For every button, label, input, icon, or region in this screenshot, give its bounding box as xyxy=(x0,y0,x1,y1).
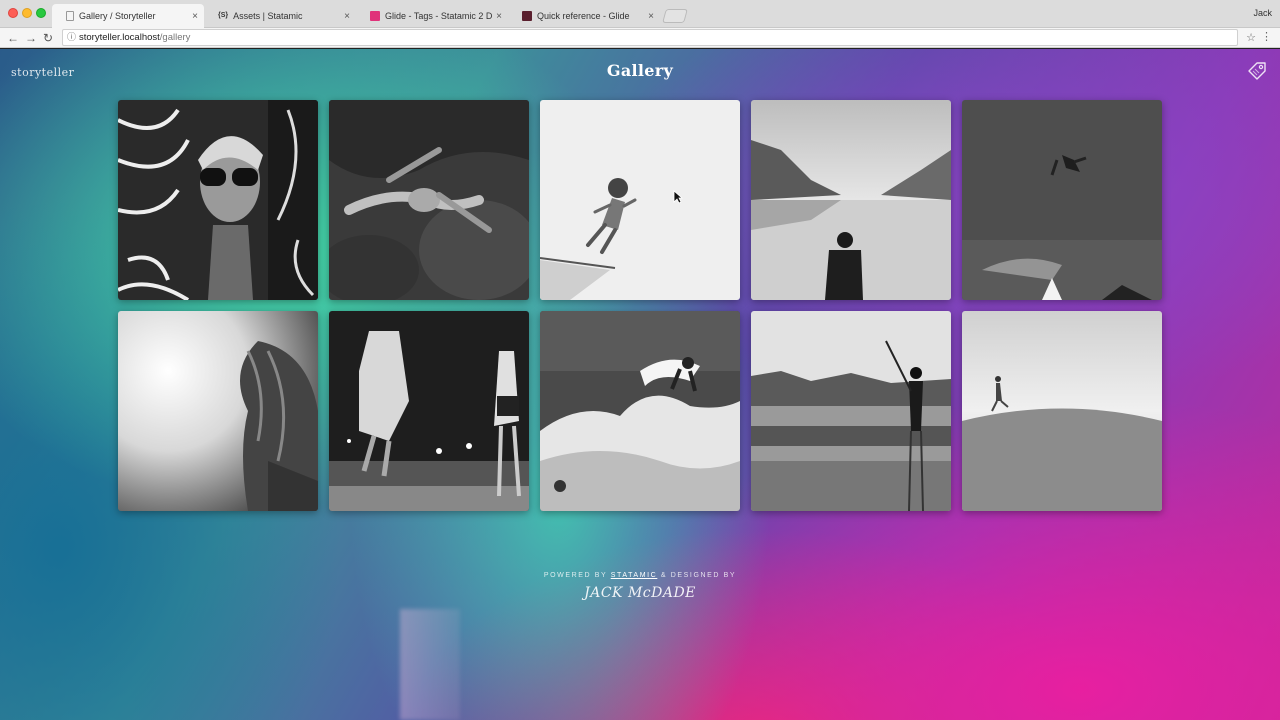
back-arrow-icon[interactable]: ← xyxy=(7,30,19,46)
close-tab-icon[interactable]: × xyxy=(192,11,198,22)
gallery-image[interactable] xyxy=(329,100,529,300)
address-bar[interactable]: ⓘ storyteller.localhost/gallery xyxy=(62,29,1238,46)
page-title: Gallery xyxy=(606,61,674,80)
powered-by-text: POWERED BY xyxy=(543,572,608,579)
tab-title: Glide - Tags - Statamic 2 Docs xyxy=(385,11,493,21)
gallery-image[interactable] xyxy=(329,311,529,511)
url-path: /gallery xyxy=(159,32,191,43)
tab-gallery-storyteller[interactable]: Gallery / Storyteller × xyxy=(52,4,204,28)
tab-title: Quick reference - Glide xyxy=(537,11,630,21)
browser-tab-strip: Gallery / Storyteller × {S} Assets | Sta… xyxy=(0,0,1280,28)
page-background: storyteller Gallery POWERED BY STATAMIC … xyxy=(0,49,1280,720)
new-tab-button[interactable] xyxy=(662,9,688,23)
tag-icon[interactable] xyxy=(1246,60,1268,82)
tab-title: Assets | Statamic xyxy=(233,11,303,21)
tab-title: Gallery / Storyteller xyxy=(79,11,156,21)
gallery-image[interactable] xyxy=(962,100,1162,300)
profile-name[interactable]: Jack xyxy=(1253,8,1272,18)
gallery-image[interactable] xyxy=(962,311,1162,511)
address-toolbar: ← → ↻ ⓘ storyteller.localhost/gallery ☆ … xyxy=(0,28,1280,48)
gallery-image[interactable] xyxy=(118,100,318,300)
gallery-image[interactable] xyxy=(751,311,951,511)
url-host: storyteller.localhost xyxy=(79,32,160,43)
statamic-link[interactable]: STATAMIC xyxy=(611,572,658,579)
gallery-image[interactable] xyxy=(118,311,318,511)
photo-grid xyxy=(118,100,1162,511)
statamic-icon: {S} xyxy=(218,12,229,19)
designed-by-text: & DESIGNED BY xyxy=(660,572,737,579)
tab-assets-statamic[interactable]: {S} Assets | Statamic × xyxy=(204,4,356,28)
browser-menu-icon[interactable]: ⋮ xyxy=(1261,30,1272,44)
forward-arrow-icon[interactable]: → xyxy=(25,30,37,46)
footer-credits: POWERED BY STATAMIC & DESIGNED BY xyxy=(0,572,1280,579)
maximize-window-button[interactable] xyxy=(36,8,46,18)
designer-signature[interactable]: JACK McDADE xyxy=(0,585,1280,601)
statamic-docs-icon xyxy=(370,11,380,21)
mouse-pointer-icon xyxy=(673,190,683,204)
info-icon[interactable]: ⓘ xyxy=(67,30,76,45)
reload-icon[interactable]: ↻ xyxy=(43,30,53,46)
page-icon xyxy=(66,11,74,21)
tab-glide-tags-docs[interactable]: Glide - Tags - Statamic 2 Docs × xyxy=(356,4,508,28)
gallery-image[interactable] xyxy=(751,100,951,300)
close-window-button[interactable] xyxy=(8,8,18,18)
close-tab-icon[interactable]: × xyxy=(648,11,654,22)
close-tab-icon[interactable]: × xyxy=(344,11,350,22)
bookmark-star-icon[interactable]: ☆ xyxy=(1246,31,1256,45)
tab-quick-reference-glide[interactable]: Quick reference - Glide × xyxy=(508,4,660,28)
gallery-image[interactable] xyxy=(540,311,740,511)
gallery-image[interactable] xyxy=(540,100,740,300)
glide-icon xyxy=(522,11,532,21)
minimize-window-button[interactable] xyxy=(22,8,32,18)
close-tab-icon[interactable]: × xyxy=(496,11,502,22)
